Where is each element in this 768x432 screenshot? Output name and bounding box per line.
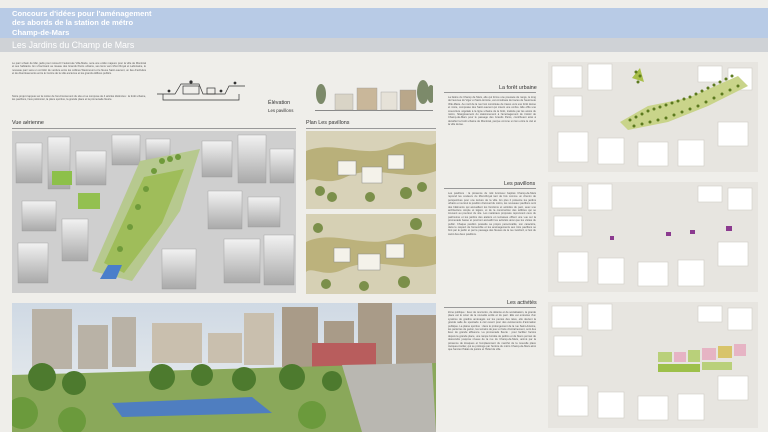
site-plan-activites bbox=[548, 302, 758, 428]
section-text-foret: La lisière du Champ de Mars, elle qui fo… bbox=[448, 96, 536, 127]
aerial-view-label: Vue aérienne bbox=[12, 120, 44, 126]
section-text-pavillons: Les pavillons : la présence du mât lumin… bbox=[448, 192, 536, 236]
aerial-view-image bbox=[12, 131, 296, 293]
intro-paragraph-2: Notre projet s'appuie sur la notion de l… bbox=[12, 95, 146, 102]
section-heading-foret: La forêt urbaine bbox=[499, 85, 537, 91]
plan-view-bottom bbox=[306, 214, 436, 294]
site-plan-foret bbox=[548, 62, 758, 172]
elevation-sublabel: Les pavillons bbox=[268, 108, 294, 113]
section-rule-activites bbox=[444, 307, 536, 308]
perspective-view-image bbox=[12, 303, 436, 432]
section-rule-pavillons bbox=[444, 188, 536, 189]
site-plan-pavillons bbox=[548, 182, 758, 292]
elevation-label: Élévation bbox=[268, 100, 291, 106]
section-heading-activites: Les activités bbox=[507, 300, 537, 306]
section-rule-foret bbox=[444, 92, 536, 93]
page-subtitle: Les Jardins du Champ de Mars bbox=[12, 39, 135, 50]
section-diagram bbox=[155, 72, 247, 104]
aerial-rule bbox=[12, 128, 296, 129]
section-heading-pavillons: Les pavillons bbox=[504, 181, 536, 187]
plan-view-top bbox=[306, 131, 436, 209]
page-title: Concours d'idées pour l'aménagement des … bbox=[12, 9, 152, 37]
elevation-drawing bbox=[315, 80, 433, 112]
plan-label: Plan Les pavillons bbox=[306, 120, 350, 126]
section-text-activites: Zone publique : lieux de rencontre, de d… bbox=[448, 311, 536, 352]
plan-rule bbox=[306, 128, 436, 129]
